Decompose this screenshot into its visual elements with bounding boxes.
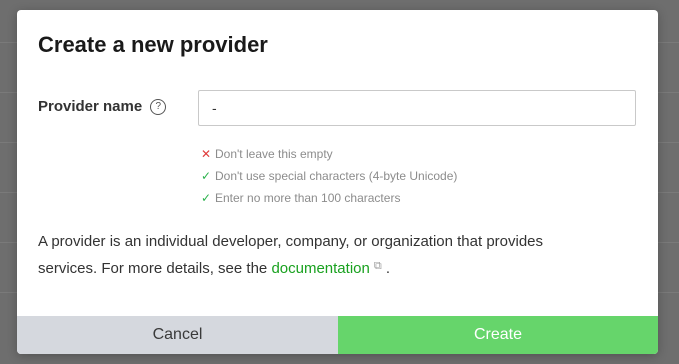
cancel-button[interactable]: Cancel bbox=[17, 316, 338, 354]
validation-rule-empty: ✕ Don't leave this empty bbox=[200, 143, 457, 165]
provider-name-input[interactable] bbox=[198, 90, 636, 126]
create-provider-dialog: Create a new provider Provider name ? ✕ … bbox=[17, 10, 658, 354]
rule-text: Enter no more than 100 characters bbox=[215, 191, 401, 205]
check-icon: ✓ bbox=[200, 169, 212, 183]
rule-text: Don't leave this empty bbox=[215, 147, 333, 161]
check-icon: ✓ bbox=[200, 191, 212, 205]
provider-name-label: Provider name bbox=[38, 98, 143, 115]
description-end: . bbox=[381, 260, 391, 277]
x-icon: ✕ bbox=[200, 147, 212, 161]
validation-rules: ✕ Don't leave this empty ✓ Don't use spe… bbox=[200, 143, 457, 209]
provider-name-label-group: Provider name ? bbox=[38, 98, 167, 115]
validation-rule-max-length: ✓ Enter no more than 100 characters bbox=[200, 187, 457, 209]
dialog-title: Create a new provider bbox=[38, 32, 268, 57]
rule-text: Don't use special characters (4-byte Uni… bbox=[215, 169, 458, 183]
provider-description: A provider is an individual developer, c… bbox=[38, 228, 598, 282]
external-link-icon: ⧉ bbox=[373, 260, 382, 272]
validation-rule-special-chars: ✓ Don't use special characters (4-byte U… bbox=[200, 165, 457, 187]
create-button[interactable]: Create bbox=[338, 316, 658, 354]
documentation-link[interactable]: documentation bbox=[271, 260, 369, 277]
question-circle-icon[interactable]: ? bbox=[150, 98, 167, 115]
dialog-footer: Cancel Create bbox=[17, 316, 658, 354]
